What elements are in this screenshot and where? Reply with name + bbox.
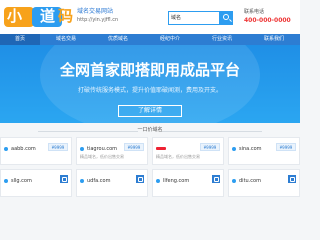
search-icon [223,14,229,20]
nav-item-home[interactable]: 首页 [0,34,40,45]
domain-icon [4,147,8,151]
domain-name[interactable]: sina.com [239,146,262,152]
domain-icon [232,179,236,183]
nav-item-news[interactable]: 行业资讯 [196,34,248,45]
price-button[interactable]: ¥9999 [48,143,68,151]
domain-card[interactable]: sina.com ¥9999 [228,137,300,165]
search-input[interactable] [171,13,217,23]
section-divider-right [162,131,262,132]
nav-item-broker[interactable]: 经纪中介 [144,34,196,45]
domain-icon [232,147,236,151]
buy-button[interactable] [136,175,144,183]
domain-desc: 精品域名，低价出售交易 [80,154,124,159]
domain-card[interactable]: aabb.com ¥9999 [0,137,72,165]
redacted-domain-mark [156,147,166,150]
hero-banner: 全网首家即搭即用成品平台 打破传统服务模式，提升价值耶破闻测，费用及开支。 了解… [0,45,300,123]
logo-char-2: 道 [40,8,56,25]
hotline-number: 400-000-0000 [244,17,291,24]
search-box[interactable] [168,11,220,25]
hotline-label: 联系电话 [244,9,265,15]
domain-card[interactable]: tiagrou.com 精品域名，低价出售交易 ¥9999 [76,137,148,165]
site-url[interactable]: http://yin.yjffl.cn [77,17,118,23]
domain-icon [156,179,160,183]
buy-button[interactable] [212,175,220,183]
domain-name[interactable]: aabb.com [11,146,36,152]
domain-icon [80,147,84,151]
domain-name[interactable]: tiagrou.com [87,146,117,152]
banner-subtitle: 打破传统服务模式，提升价值耶破闻测，费用及开支。 [77,87,222,94]
domain-name[interactable]: udfa.com [87,178,110,184]
logo-char-1: 小 [7,8,23,25]
price-button[interactable]: ¥9999 [200,143,220,151]
buy-button[interactable] [288,175,296,183]
site-logo[interactable]: 小 道 码 [4,4,74,30]
buy-button[interactable] [60,175,68,183]
domain-card[interactable]: llfeng.com [152,169,224,197]
site-header: 小 道 码 域名交易网站 http://yin.yjffl.cn 联系电话 40… [0,0,300,34]
price-button[interactable]: ¥9999 [124,143,144,151]
domain-name[interactable]: ditu.com [239,178,261,184]
domain-icon [4,179,8,183]
domain-card[interactable]: sllg.com [0,169,72,197]
search-button[interactable] [220,11,233,25]
nav-item-premium-domains[interactable]: 优质域名 [92,34,144,45]
price-button[interactable]: ¥9999 [276,143,296,151]
domain-card[interactable]: udfa.com [76,169,148,197]
domain-icon [80,179,84,183]
main-nav: 首页 域名交易 优质域名 经纪中介 行业资讯 联系我们 [0,34,300,45]
nav-item-contact[interactable]: 联系我们 [248,34,300,45]
nav-item-domain-trade[interactable]: 域名交易 [40,34,92,45]
banner-title: 全网首家即搭即用成品平台 [59,61,240,79]
domain-card[interactable]: 精品域名，低价出售交易 ¥9999 [152,137,224,165]
domain-desc: 精品域名，低价出售交易 [156,154,200,159]
learn-more-button[interactable]: 了解详情 [118,105,182,117]
domain-card[interactable]: ditu.com [228,169,300,197]
logo-char-3: 码 [58,8,74,25]
domain-name[interactable]: sllg.com [11,178,32,184]
site-slogan: 域名交易网站 [77,8,114,15]
domain-name[interactable]: llfeng.com [163,178,189,184]
